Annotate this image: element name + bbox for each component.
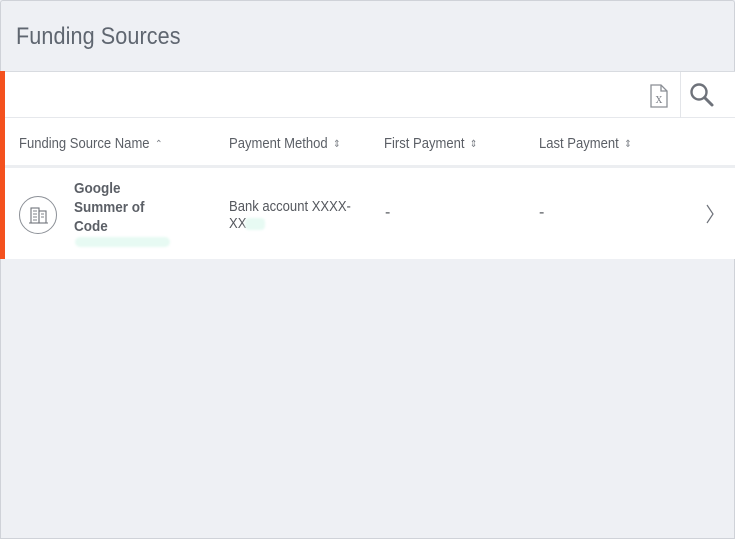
redacted-text <box>245 218 265 230</box>
sort-icon: ⇕ <box>469 139 478 150</box>
page-title: Funding Sources <box>16 23 181 50</box>
toolbar-divider <box>680 72 681 118</box>
funding-source-name: Google Summer of Code <box>74 180 145 235</box>
table-row[interactable]: Google Summer of Code Bank account XXXX-… <box>5 171 735 259</box>
column-header-funding-source-name[interactable]: Funding Source Name ⌃ <box>19 136 163 152</box>
last-payment: - <box>539 204 545 221</box>
redacted-text <box>75 237 170 247</box>
column-label: First Payment <box>384 136 465 152</box>
building-icon <box>19 196 57 234</box>
column-label: Funding Source Name <box>19 136 150 152</box>
column-header-last-payment[interactable]: Last Payment ⇕ <box>539 136 632 152</box>
first-payment: - <box>385 204 391 221</box>
column-header-first-payment[interactable]: First Payment ⇕ <box>384 136 477 152</box>
table-header-row: Funding Source Name ⌃ Payment Method ⇕ Fir… <box>5 118 735 168</box>
sort-ascending-icon: ⌃ <box>154 139 163 150</box>
column-label: Last Payment <box>539 136 619 152</box>
excel-export-icon[interactable]: X <box>648 84 670 108</box>
table-toolbar: X <box>5 72 735 118</box>
sort-icon: ⇕ <box>333 139 341 150</box>
sort-icon: ⇕ <box>624 139 632 150</box>
column-label: Payment Method <box>229 136 328 152</box>
column-header-payment-method[interactable]: Payment Method ⇕ <box>229 136 341 152</box>
search-icon[interactable] <box>689 82 715 108</box>
chevron-right-icon[interactable] <box>704 203 716 225</box>
svg-text:X: X <box>656 96 663 106</box>
